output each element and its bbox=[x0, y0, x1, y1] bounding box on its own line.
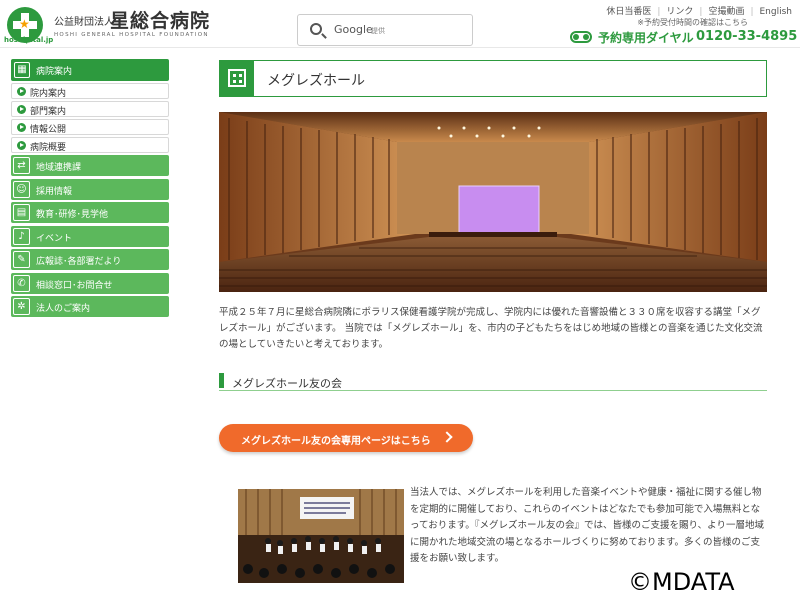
sidebar-item-hospital-guide[interactable]: ▦ 病院案内 bbox=[11, 59, 169, 81]
sidebar-item-label: 病院概要 bbox=[30, 143, 67, 153]
org-type: 公益財団法人 bbox=[54, 17, 114, 28]
link-holiday-doctor[interactable]: 休日当番医 bbox=[606, 4, 651, 17]
page-title: メグレズホール bbox=[267, 73, 365, 89]
cta-label: メグレズホール友の会専用ページはこちら bbox=[241, 436, 431, 447]
music-note-icon: ♪ bbox=[13, 227, 30, 245]
sidebar-subitem-floor-guide[interactable]: 院内案内 bbox=[11, 83, 169, 99]
page: ★ hoshipital.jp 公益財団法人 星総合病院 HOSHI GENER… bbox=[0, 0, 800, 600]
sidebar-item-label: 法人のご案内 bbox=[36, 304, 91, 314]
section-title: メグレズホール友の会 bbox=[232, 377, 342, 390]
copyright-watermark: ©MDATA bbox=[628, 568, 735, 596]
sidebar-item-label: 院内案内 bbox=[30, 89, 67, 99]
friends-description: 当法人では、メグレズホールを利用した音楽イベントや健康・福祉に関する催し物を定期… bbox=[410, 487, 764, 564]
sidebar-item-label: 部門案内 bbox=[30, 107, 67, 117]
sidebar-item-label: 採用情報 bbox=[36, 186, 73, 197]
concert-photo bbox=[238, 489, 404, 583]
search-powered-label: 提供 bbox=[371, 27, 385, 35]
main-content: メグレズホール 平成２５年７月に星総合病院隣にポラリス保健看護学院が完成し、学院… bbox=[219, 60, 767, 583]
link-aerial-video[interactable]: 空撮動画 bbox=[708, 4, 744, 17]
sidebar-item-events[interactable]: ♪ イベント bbox=[11, 225, 169, 247]
sidebar-item-recruitment[interactable]: ☺ 採用情報 bbox=[11, 178, 169, 200]
building-icon bbox=[220, 61, 254, 96]
chat-icon: ✆ bbox=[13, 274, 30, 292]
sidebar-subitem-departments[interactable]: 部門案内 bbox=[11, 101, 169, 117]
sidebar-subitem-disclosure[interactable]: 情報公開 bbox=[11, 119, 169, 135]
network-icon: ✲ bbox=[13, 298, 30, 315]
sidebar-item-contact[interactable]: ✆ 相談窓口･お問合せ bbox=[11, 272, 169, 294]
link-english[interactable]: English bbox=[760, 7, 793, 17]
intro-text: 平成２５年７月に星総合病院隣にポラリス保健看護学院が完成し、学院内には優れた音響… bbox=[219, 307, 763, 350]
search-brand: Google bbox=[334, 23, 373, 36]
arrow-bullet-icon bbox=[17, 123, 26, 132]
handshake-icon: ⇄ bbox=[13, 157, 30, 174]
reservation-hours-note[interactable]: ※予約受付時間の確認はこちら bbox=[637, 17, 748, 28]
sidebar-item-label: 相談窓口･お問合せ bbox=[36, 280, 113, 291]
hospital-name-en: HOSHI GENERAL HOSPITAL FOUNDATION bbox=[54, 32, 209, 38]
sidebar-item-label: 教育･研修･見学他 bbox=[36, 210, 109, 220]
sidebar-item-label: 病院案内 bbox=[36, 67, 73, 77]
logo-domain: hoshipital.jp bbox=[4, 36, 54, 44]
search-box[interactable]: Google 提供 bbox=[297, 14, 473, 46]
sidebar-item-regional-cooperation[interactable]: ⇄ 地域連携課 bbox=[11, 155, 169, 176]
link-links[interactable]: リンク bbox=[666, 4, 693, 17]
chevron-right-icon bbox=[441, 431, 453, 443]
book-icon: ▤ bbox=[13, 204, 30, 221]
arrow-bullet-icon bbox=[17, 141, 26, 150]
site-header: ★ hoshipital.jp 公益財団法人 星総合病院 HOSHI GENER… bbox=[0, 0, 800, 48]
sidebar-item-education[interactable]: ▤ 教育･研修･見学他 bbox=[11, 202, 169, 223]
search-icon bbox=[310, 23, 322, 35]
section-marker bbox=[219, 373, 224, 388]
arrow-bullet-icon bbox=[17, 87, 26, 96]
free-dial-icon bbox=[570, 31, 592, 43]
friends-page-button[interactable]: メグレズホール友の会専用ページはこちら bbox=[219, 424, 473, 452]
hall-photo bbox=[219, 112, 767, 292]
sidebar-item-label: 広報誌･各部署だより bbox=[36, 257, 122, 267]
top-links: 休日当番医 | リンク | 空撮動画 | English bbox=[606, 4, 792, 17]
sidebar-subitem-overview[interactable]: 病院概要 bbox=[11, 137, 169, 153]
sidebar-item-label: 情報公開 bbox=[30, 125, 67, 135]
building-icon: ▦ bbox=[14, 62, 30, 78]
section-heading: メグレズホール友の会 bbox=[219, 373, 767, 391]
sidebar-item-label: 地域連携課 bbox=[36, 163, 82, 173]
page-title-box: メグレズホール bbox=[219, 60, 767, 97]
phone-label: 予約専用ダイヤル bbox=[598, 31, 694, 45]
sidebar-nav: ▦ 病院案内 院内案内 部門案内 情報公開 病院概要 ⇄ 地域連携課 ☺ 採用情… bbox=[11, 59, 169, 320]
sidebar-item-label: イベント bbox=[36, 233, 73, 244]
phone-number[interactable]: 0120-33-4895 bbox=[696, 29, 797, 44]
hospital-name[interactable]: 星総合病院 bbox=[110, 6, 210, 33]
people-icon: ☺ bbox=[13, 180, 30, 198]
sidebar-item-corporation[interactable]: ✲ 法人のご案内 bbox=[11, 296, 169, 317]
sidebar-item-newsletter[interactable]: ✎ 広報誌･各部署だより bbox=[11, 249, 169, 270]
document-icon: ✎ bbox=[13, 251, 30, 268]
arrow-bullet-icon bbox=[17, 105, 26, 114]
